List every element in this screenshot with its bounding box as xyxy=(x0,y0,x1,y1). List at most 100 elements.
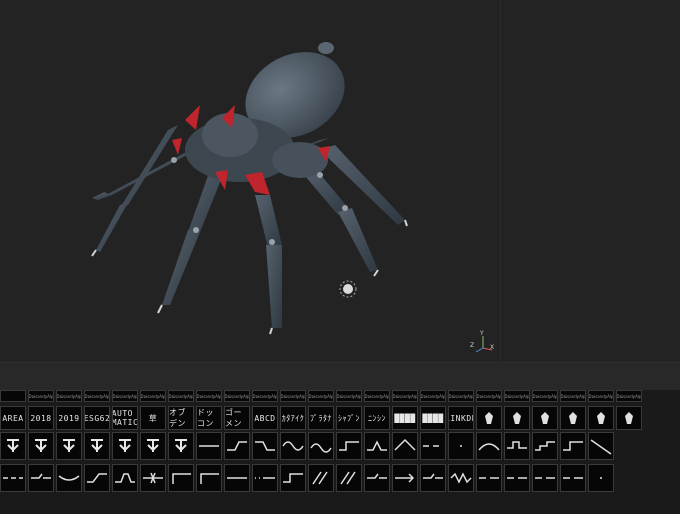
spider-model[interactable] xyxy=(0,0,680,362)
tick-line-icon[interactable] xyxy=(420,464,446,492)
caption-cell[interactable]: DaisandyAlp xyxy=(364,390,390,402)
caption-cell[interactable] xyxy=(0,390,26,402)
gradient-line-icon[interactable] xyxy=(224,464,250,492)
axis-z-label: Z xyxy=(470,342,475,349)
glyph-icon[interactable] xyxy=(588,406,614,430)
glyph-icon[interactable] xyxy=(504,406,530,430)
caption-cell[interactable]: DaisandyAlp xyxy=(560,390,586,402)
double-step-icon[interactable] xyxy=(532,432,558,460)
dash-dash-line-icon[interactable] xyxy=(0,464,26,492)
text-asset-cell[interactable]: オブデン xyxy=(168,406,194,430)
text-asset-cell[interactable]: ABCD xyxy=(252,406,278,430)
caption-cell[interactable]: DaisandyAlp xyxy=(168,390,194,402)
caption-cell[interactable]: DaisandyAlp xyxy=(140,390,166,402)
wave-icon[interactable] xyxy=(280,432,306,460)
cross-line-icon[interactable] xyxy=(140,464,166,492)
glyph-icon[interactable] xyxy=(616,406,642,430)
text-asset-cell[interactable]: ｶﾀｱｲｸ xyxy=(280,406,306,430)
caption-cell[interactable]: DaisandyAlp xyxy=(448,390,474,402)
caption-cell[interactable]: DaisandyAlp xyxy=(420,390,446,402)
caption-cell[interactable]: DaisandyAlp xyxy=(476,390,502,402)
caption-cell[interactable]: DaisandyAlp xyxy=(336,390,362,402)
glyph-c-icon[interactable] xyxy=(56,432,82,460)
emblem-glyph-icon[interactable] xyxy=(140,432,166,460)
3d-viewport[interactable]: Y X Z xyxy=(0,0,680,362)
glyph-icon[interactable] xyxy=(532,406,558,430)
step-line-icon[interactable] xyxy=(280,464,306,492)
axis-y-label: Y xyxy=(480,330,484,337)
text-asset-cell[interactable]: AREA xyxy=(0,406,26,430)
glyph-icon[interactable] xyxy=(476,406,502,430)
zigzag-line-icon[interactable] xyxy=(448,464,474,492)
glyph-a-icon[interactable] xyxy=(0,432,26,460)
dot-line-icon[interactable] xyxy=(588,464,614,492)
kink-line-icon[interactable] xyxy=(84,464,110,492)
caption-cell[interactable]: DaisandyAlp xyxy=(252,390,278,402)
caption-cell[interactable]: DaisandyAlp xyxy=(196,390,222,402)
diag-icon[interactable] xyxy=(588,432,614,460)
dash-line-icon[interactable] xyxy=(560,464,586,492)
glyph-b-icon[interactable] xyxy=(28,432,54,460)
hash-glyph-icon[interactable] xyxy=(84,432,110,460)
text-asset-cell[interactable]: ████ xyxy=(392,406,418,430)
dash-line-icon[interactable] xyxy=(476,464,502,492)
text-asset-cell[interactable]: ﾌﾟﾗﾀﾅ xyxy=(308,406,334,430)
caption-cell[interactable]: DaisandyAlp xyxy=(308,390,334,402)
caption-cell[interactable]: DaisandyAlp xyxy=(28,390,54,402)
dash-line-icon[interactable] xyxy=(532,464,558,492)
caption-cell[interactable]: DaisandyAlp xyxy=(112,390,138,402)
caption-cell[interactable]: DaisandyAlp xyxy=(84,390,110,402)
slash-line-icon[interactable] xyxy=(308,464,334,492)
step-down-icon[interactable] xyxy=(252,432,278,460)
slash-line-icon[interactable] xyxy=(336,464,362,492)
axis-gizmo[interactable]: Y X Z xyxy=(470,330,498,356)
dash-line-icon[interactable] xyxy=(504,464,530,492)
caption-cell[interactable]: DaisandyAlp xyxy=(504,390,530,402)
arrow-line-icon[interactable] xyxy=(392,464,418,492)
text-asset-cell[interactable]: ESG62 xyxy=(84,406,110,430)
caption-cell[interactable]: DaisandyAlp xyxy=(392,390,418,402)
caption-cell[interactable]: DaisandyAlp xyxy=(224,390,250,402)
text-asset-cell[interactable]: ドッコン xyxy=(196,406,222,430)
tuning-fork-glyph-icon[interactable] xyxy=(112,432,138,460)
step-icon[interactable] xyxy=(560,432,586,460)
caption-cell[interactable]: DaisandyAlp xyxy=(280,390,306,402)
panel-separator[interactable] xyxy=(0,362,680,391)
text-asset-cell[interactable]: 2018 xyxy=(28,406,54,430)
text-asset-cell[interactable]: 2019 xyxy=(56,406,82,430)
flat-icon[interactable] xyxy=(196,432,222,460)
icon-row xyxy=(0,432,616,460)
text-asset-cell[interactable]: 草 xyxy=(140,406,166,430)
caption-cell[interactable]: DaisandyAlp xyxy=(616,390,642,402)
text-asset-cell[interactable]: ████ xyxy=(420,406,446,430)
caption-cell[interactable]: DaisandyAlp xyxy=(532,390,558,402)
caption-cell[interactable]: DaisandyAlp xyxy=(588,390,614,402)
dot-icon[interactable] xyxy=(448,432,474,460)
caption-row: DaisandyAlp DaisandyAlp DaisandyAlp Daisand… xyxy=(0,390,644,402)
text-asset-cell[interactable]: AUTO MATIC xyxy=(112,406,138,430)
text-asset-cell[interactable]: LINKDE xyxy=(448,406,474,430)
glyph-icon[interactable] xyxy=(560,406,586,430)
pulse-icon[interactable] xyxy=(504,432,530,460)
bump-line-icon[interactable] xyxy=(112,464,138,492)
text-asset-cell[interactable]: ｼｬﾌﾞﾝ xyxy=(336,406,362,430)
light-gizmo xyxy=(343,284,353,294)
sine-icon[interactable] xyxy=(308,432,334,460)
bump-icon[interactable] xyxy=(364,432,390,460)
tick-line-icon[interactable] xyxy=(28,464,54,492)
step-up-icon[interactable] xyxy=(224,432,250,460)
dot-dash-line-icon[interactable] xyxy=(252,464,278,492)
tick-line-icon[interactable] xyxy=(364,464,390,492)
angle-line-icon[interactable] xyxy=(168,464,194,492)
step-icon[interactable] xyxy=(336,432,362,460)
skull-glyph-icon[interactable] xyxy=(168,432,194,460)
caption-cell[interactable]: DaisandyAlp xyxy=(56,390,82,402)
curve-line-icon[interactable] xyxy=(56,464,82,492)
text-asset-cell[interactable]: ﾆﾝｼﾝ xyxy=(364,406,390,430)
peak-icon[interactable] xyxy=(392,432,418,460)
hill-icon[interactable] xyxy=(476,432,502,460)
axis-lines-icon xyxy=(475,336,493,353)
angle-line-icon[interactable] xyxy=(196,464,222,492)
text-asset-cell[interactable]: ゴーメン xyxy=(224,406,250,430)
dash-icon[interactable] xyxy=(420,432,446,460)
